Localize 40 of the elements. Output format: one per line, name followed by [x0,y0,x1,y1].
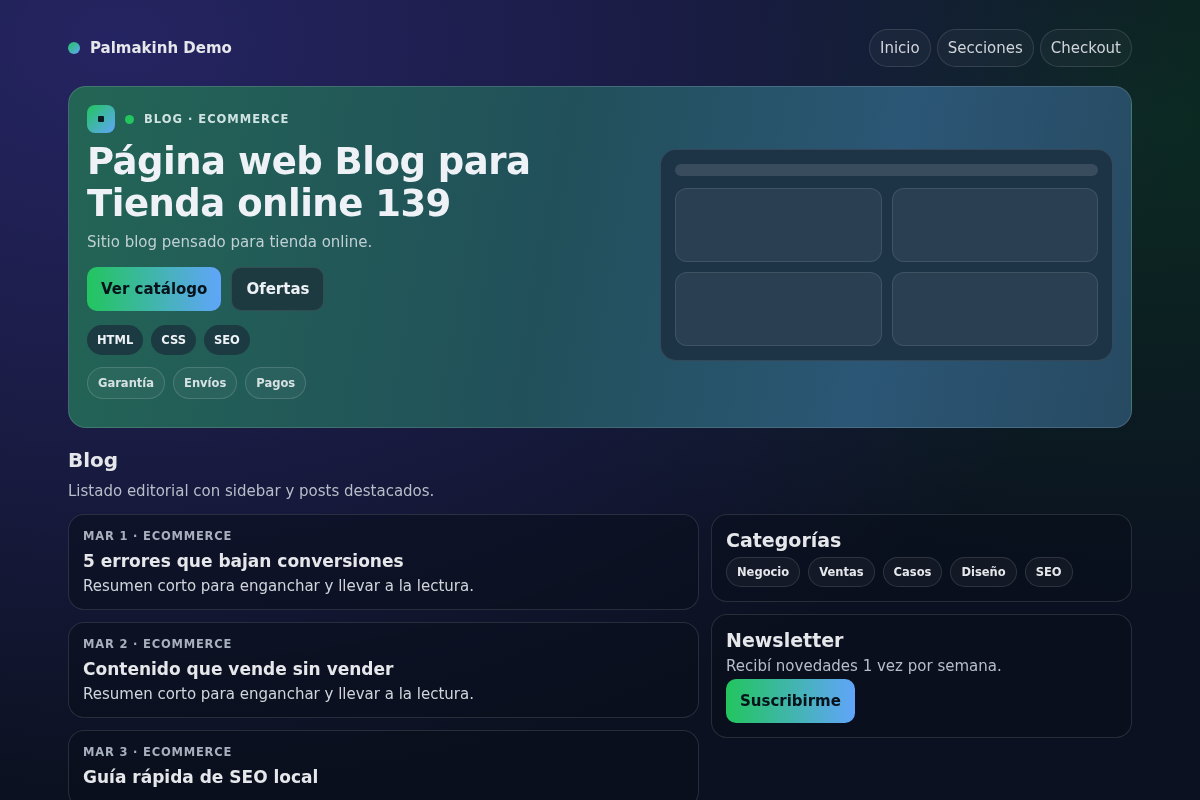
brand-name[interactable]: Palmakinh Demo [90,39,232,57]
nav-link[interactable]: Inicio [868,29,931,67]
categories-title: Categorías [726,529,843,551]
post-card[interactable]: MAR 2 · ECOMMERCE Contenido que vende sin vender Resumen corto para enganchar y llevar a la lectura. [68,622,699,718]
category-tag[interactable]: Casos [882,557,943,587]
tech-tag: SEO [203,325,250,355]
logo-icon [87,105,115,133]
post-title: Guía rápida de SEO local [83,767,320,787]
hero-eyebrow: BLOG · ECOMMERCE [144,112,290,126]
post-meta: MAR 3 · ECOMMERCE [83,745,234,759]
post-summary: Resumen corto para enganchar y llevar a la lectura. [83,685,475,703]
section-title: Blog [68,448,120,472]
status-dot [125,114,134,124]
category-tag[interactable]: SEO [1024,557,1073,587]
post-title: 5 errores que bajan conversiones [83,551,405,571]
post-title: Contenido que vende sin vender [83,659,395,679]
brand-dot [68,42,80,54]
post-meta: MAR 2 · ECOMMERCE [83,637,234,651]
tech-tag: CSS [151,325,196,355]
hero-title: Página web Blog para Tienda online 139 [87,141,532,225]
post-card[interactable]: MAR 1 · ECOMMERCE 5 errores que bajan conversiones Resumen corto para enganchar y llevar a la lectura. [68,514,699,610]
newsletter-text: Recibí novedades 1 vez por semana. [726,657,1003,675]
feature-tag: Garantía [87,367,166,399]
feature-tag: Envíos [173,367,238,399]
tech-tag: HTML [87,325,144,355]
category-tag[interactable]: Negocio [726,557,801,587]
catalog-button[interactable]: Ver catálogo [87,267,222,311]
newsletter-title: Newsletter [726,629,845,651]
subscribe-button[interactable]: Suscribirme [726,679,855,723]
hero-subtitle: Sitio blog pensado para tienda online. [87,233,374,251]
category-tag[interactable]: Diseño [950,557,1017,587]
section-subtitle: Listado editorial con sidebar y posts destacados. [68,482,436,500]
post-summary: Resumen corto para enganchar y llevar a la lectura. [83,577,475,595]
category-tag[interactable]: Ventas [808,557,875,587]
post-meta: MAR 1 · ECOMMERCE [83,529,234,543]
nav-link[interactable]: Checkout [1039,29,1132,67]
feature-tag: Pagos [245,367,307,399]
nav-link[interactable]: Secciones [936,29,1034,67]
offers-button[interactable]: Ofertas [231,267,325,311]
post-card[interactable]: MAR 3 · ECOMMERCE Guía rápida de SEO local [68,730,699,800]
